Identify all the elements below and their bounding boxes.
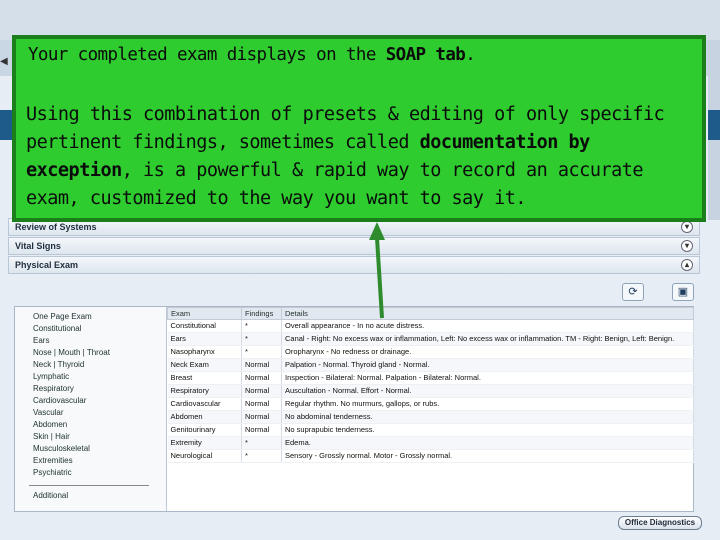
cell-details: Canal - Right: No excess wax or inflamma… xyxy=(281,332,694,346)
callout-paragraph: Using this combination of presets & edit… xyxy=(26,101,702,213)
window-top-strip xyxy=(0,0,720,40)
column-header[interactable]: Findings xyxy=(241,307,282,320)
table-row[interactable]: Respiratory Normal Auscultation - Normal. … xyxy=(167,384,694,398)
exam-list-item[interactable]: Psychiatric xyxy=(33,467,166,479)
callout-emphasis: SOAP tab xyxy=(385,45,466,65)
table-row[interactable]: Nasopharynx * Oropharynx - No redness or d… xyxy=(167,345,694,359)
table-row[interactable]: Ears * Canal - Right: No excess wax or inf… xyxy=(167,332,694,346)
callout-text: . xyxy=(465,45,476,65)
section-title: Review of Systems xyxy=(15,222,97,232)
exam-list-item[interactable]: Respiratory xyxy=(33,383,166,395)
table-row[interactable]: Neurological * Sensory - Grossly normal. M… xyxy=(167,449,694,463)
table-row[interactable]: Breast Normal Inspection - Bilateral: Norm… xyxy=(167,371,694,385)
exam-list-item[interactable]: Cardiovascular xyxy=(33,395,166,407)
callout-text: Your completed exam displays on the xyxy=(28,45,386,65)
cell-exam: Neurological xyxy=(167,449,242,463)
right-side-tab[interactable] xyxy=(708,110,720,140)
instruction-callout: Your completed exam displays on the SOAP… xyxy=(12,35,706,222)
callout-heading: Your completed exam displays on the SOAP… xyxy=(28,45,476,65)
exam-list-item[interactable]: Lymphatic xyxy=(33,371,166,383)
refresh-button[interactable]: ⟳ xyxy=(622,283,644,301)
cell-findings: Normal xyxy=(241,423,282,437)
save-icon: ▣ xyxy=(677,286,689,298)
cell-details: Sensory - Grossly normal. Motor - Grossl… xyxy=(281,449,694,463)
chevron-down-icon[interactable]: ▾ xyxy=(681,221,693,233)
section-vital-signs[interactable]: Vital Signs ▾ xyxy=(8,237,700,255)
cell-details: Inspection - Bilateral: Normal. Palpatio… xyxy=(281,371,694,385)
exam-list-item[interactable]: Extremities xyxy=(33,455,166,467)
section-title: Physical Exam xyxy=(15,260,79,270)
table-row[interactable]: Neck Exam Normal Palpation - Normal. Thyro… xyxy=(167,358,694,372)
cell-findings: Normal xyxy=(241,410,282,424)
cell-details: Palpation - Normal. Thyroid gland - Norm… xyxy=(281,358,694,372)
refresh-icon: ⟳ xyxy=(628,286,638,298)
findings-grid: Exam Findings Details Constitutional * Ove… xyxy=(167,307,694,463)
exam-list-additional[interactable]: Additional xyxy=(33,490,166,502)
exam-list-item[interactable]: Musculoskeletal xyxy=(33,443,166,455)
cell-details: Edema. xyxy=(281,436,694,450)
exam-list-item[interactable]: Neck | Thyroid xyxy=(33,359,166,371)
table-row[interactable]: Abdomen Normal No abdominal tenderness. xyxy=(167,410,694,424)
exam-list-item[interactable]: Abdomen xyxy=(33,419,166,431)
table-row[interactable]: Genitourinary Normal No suprapubic tendern… xyxy=(167,423,694,437)
cell-findings: * xyxy=(241,436,282,450)
list-divider xyxy=(29,485,149,486)
cell-findings: Normal xyxy=(241,358,282,372)
exam-list-item[interactable]: One Page Exam xyxy=(33,311,166,323)
exam-list-item[interactable]: Ears xyxy=(33,335,166,347)
cell-findings: * xyxy=(241,345,282,359)
findings-table: Exam Findings Details Constitutional * Ove… xyxy=(167,307,694,463)
table-row[interactable]: Extremity * Edema. xyxy=(167,436,694,450)
cell-exam: Neck Exam xyxy=(167,358,242,372)
table-row[interactable]: Constitutional * Overall appearance - In n… xyxy=(167,319,694,333)
table-header-row: Exam Findings Details xyxy=(167,307,694,320)
cell-findings: * xyxy=(241,449,282,463)
save-button[interactable]: ▣ xyxy=(672,283,694,301)
cell-details: Oropharynx - No redness or drainage. xyxy=(281,345,694,359)
cell-findings: Normal xyxy=(241,371,282,385)
cell-findings: Normal xyxy=(241,384,282,398)
cell-exam: Nasopharynx xyxy=(167,345,242,359)
cell-exam: Ears xyxy=(167,332,242,346)
cell-exam: Abdomen xyxy=(167,410,242,424)
cell-findings: * xyxy=(241,319,282,333)
exam-list-item[interactable]: Skin | Hair xyxy=(33,431,166,443)
cell-exam: Respiratory xyxy=(167,384,242,398)
cell-details: Overall appearance - In no acute distres… xyxy=(281,319,694,333)
section-physical-exam[interactable]: Physical Exam ▴ xyxy=(8,256,700,274)
exam-list: One Page Exam Constitutional Ears Nose |… xyxy=(15,307,167,511)
back-arrow-icon[interactable]: ◀ xyxy=(0,56,8,67)
exam-list-item[interactable]: Vascular xyxy=(33,407,166,419)
cell-details: No abdominal tenderness. xyxy=(281,410,694,424)
section-title: Vital Signs xyxy=(15,241,61,251)
cell-exam: Constitutional xyxy=(167,319,242,333)
exam-list-item[interactable]: Constitutional xyxy=(33,323,166,335)
chevron-down-icon[interactable]: ▾ xyxy=(681,240,693,252)
cell-details: Regular rhythm. No murmurs, gallops, or … xyxy=(281,397,694,411)
office-diagnostics-button[interactable]: Office Diagnostics xyxy=(618,516,702,530)
cell-findings: * xyxy=(241,332,282,346)
chevron-up-icon[interactable]: ▴ xyxy=(681,259,693,271)
exam-list-item[interactable]: Nose | Mouth | Throat xyxy=(33,347,166,359)
table-body: Constitutional * Overall appearance - In n… xyxy=(167,319,694,463)
table-row[interactable]: Cardiovascular Normal Regular rhythm. No m… xyxy=(167,397,694,411)
column-header[interactable]: Exam xyxy=(167,307,242,320)
cell-details: Auscultation - Normal. Effort - Normal. xyxy=(281,384,694,398)
column-header[interactable]: Details xyxy=(281,307,694,320)
physical-exam-panel: One Page Exam Constitutional Ears Nose |… xyxy=(14,306,694,512)
cell-exam: Genitourinary xyxy=(167,423,242,437)
cell-exam: Cardiovascular xyxy=(167,397,242,411)
cell-exam: Extremity xyxy=(167,436,242,450)
cell-details: No suprapubic tenderness. xyxy=(281,423,694,437)
cell-exam: Breast xyxy=(167,371,242,385)
cell-findings: Normal xyxy=(241,397,282,411)
